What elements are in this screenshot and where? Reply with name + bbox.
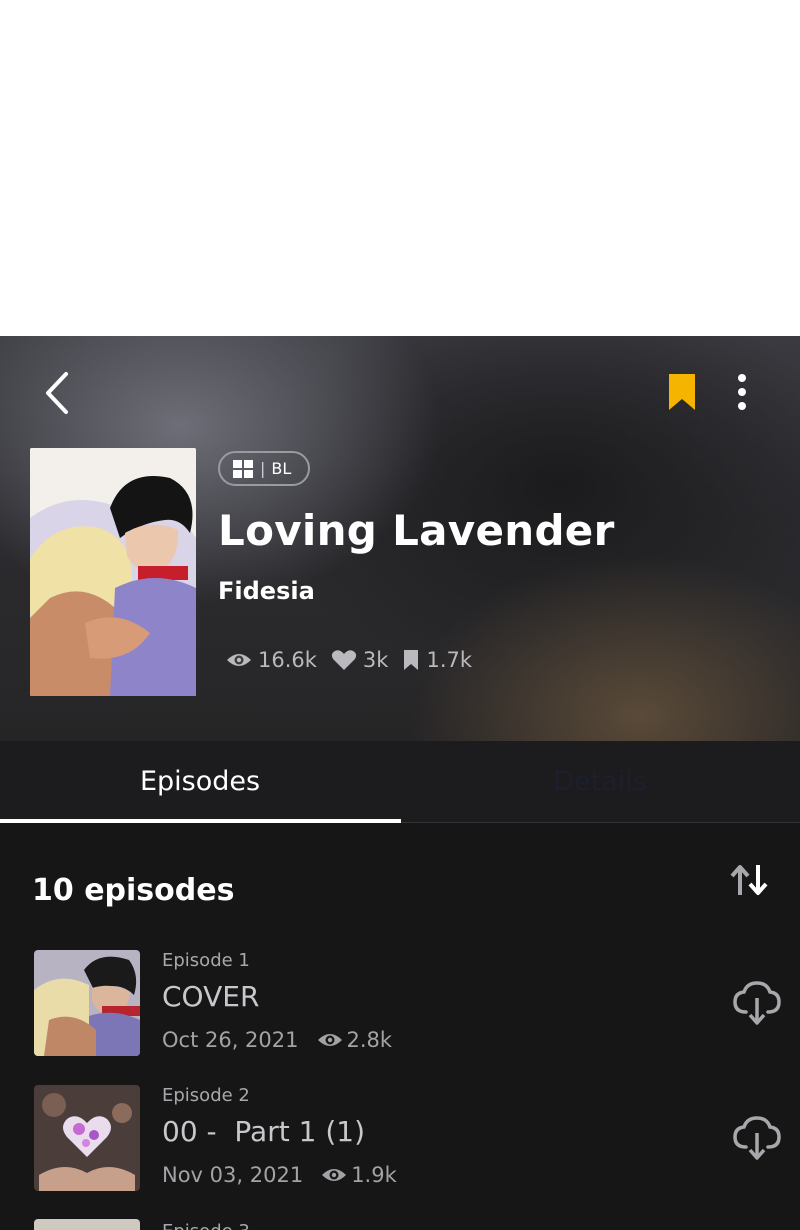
- bookmarks-stat: 1.7k: [402, 648, 472, 672]
- download-button[interactable]: [732, 1115, 782, 1161]
- episode-number: Episode 1: [162, 950, 250, 971]
- bookmark-small-icon: [404, 650, 419, 670]
- episode-views: 1.9k: [321, 1163, 397, 1187]
- episode-views-count: 2.8k: [346, 1028, 393, 1052]
- back-button[interactable]: [36, 368, 80, 418]
- series-header: | BL Loving Lavender Fidesia 16.6k 3k 1.…: [0, 336, 800, 741]
- list-item[interactable]: Episode 1 COVER Oct 26, 2021 2.8k: [0, 950, 800, 1080]
- blank-area: [0, 0, 800, 336]
- episode-meta: Nov 03, 2021 1.9k: [162, 1163, 397, 1187]
- series-stats: 16.6k 3k 1.7k: [226, 648, 486, 672]
- series-cover-image: [30, 448, 196, 696]
- episode-views-count: 1.9k: [351, 1163, 397, 1187]
- more-vertical-icon: [738, 374, 746, 410]
- episode-count: 10 episodes: [32, 873, 235, 908]
- series-title: Loving Lavender: [218, 506, 615, 555]
- eye-icon: [322, 1169, 347, 1181]
- genre-separator: |: [260, 459, 266, 478]
- tab-details[interactable]: Details: [400, 741, 800, 821]
- episode-meta: Oct 26, 2021 2.8k: [162, 1028, 392, 1052]
- grid-icon: [233, 459, 253, 478]
- download-cloud-icon: [733, 981, 781, 1025]
- more-options-button[interactable]: [726, 372, 758, 412]
- genre-badge[interactable]: | BL: [218, 451, 310, 486]
- episode-date: Nov 03, 2021: [162, 1163, 304, 1187]
- list-item[interactable]: Episode 2 00 - Part 1 (1) Nov 03, 2021 1…: [0, 1085, 800, 1215]
- series-author[interactable]: Fidesia: [218, 577, 315, 605]
- episode-thumbnail: [34, 1085, 140, 1191]
- eye-icon: [317, 1034, 342, 1046]
- download-button[interactable]: [732, 980, 782, 1026]
- sort-button[interactable]: [728, 861, 772, 899]
- views-count: 16.6k: [258, 648, 317, 672]
- likes-count: 3k: [362, 648, 389, 672]
- episode-title: COVER: [162, 980, 260, 1013]
- episode-list: 10 episodes Episode 1 COVER Oct 26, 2021: [0, 823, 800, 1230]
- episode-views: 2.8k: [317, 1028, 393, 1052]
- download-cloud-icon: [733, 1116, 781, 1160]
- bookmark-icon: [669, 374, 695, 410]
- sort-icon: [730, 865, 768, 895]
- episode-thumbnail[interactable]: [34, 1219, 140, 1230]
- bookmark-button[interactable]: [664, 370, 700, 414]
- heart-icon: [331, 650, 357, 670]
- back-arrow-icon: [46, 372, 68, 414]
- tab-episodes[interactable]: Episodes: [0, 741, 400, 821]
- episode-date: Oct 26, 2021: [162, 1028, 299, 1052]
- episode-number: Episode 2: [162, 1085, 250, 1106]
- eye-icon: [227, 654, 251, 666]
- episode-number: Episode 3: [162, 1221, 250, 1230]
- likes-stat: 3k: [331, 648, 389, 672]
- views-stat: 16.6k: [226, 648, 317, 672]
- episode-thumbnail: [34, 950, 140, 1056]
- bookmarks-count: 1.7k: [426, 648, 473, 672]
- episode-title: 00 - Part 1 (1): [162, 1115, 365, 1148]
- genre-label: BL: [271, 459, 292, 478]
- tab-bar: Episodes Details: [0, 741, 800, 823]
